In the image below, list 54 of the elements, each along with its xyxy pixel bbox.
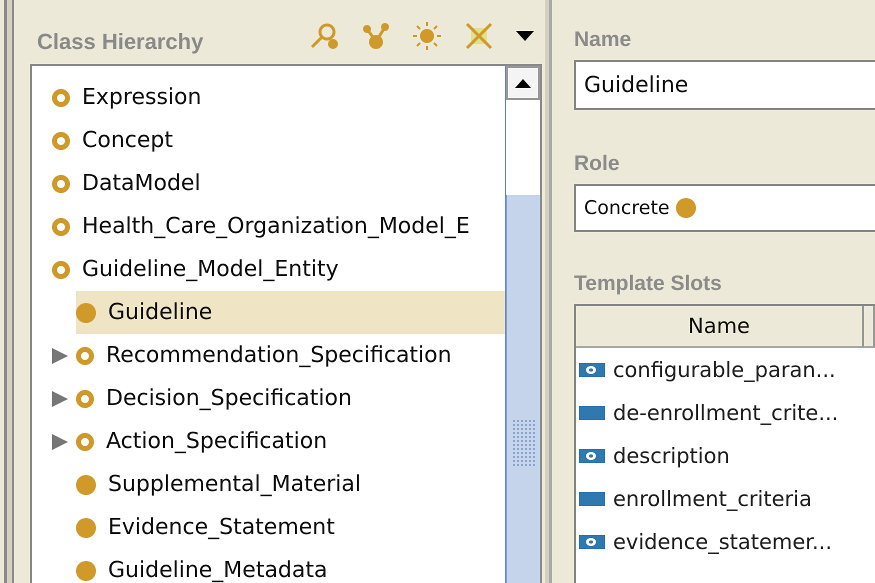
ring-icon bbox=[52, 174, 70, 192]
tree-item[interactable]: Expression bbox=[52, 76, 505, 119]
tree-item[interactable]: Health_Care_Organization_Model_E bbox=[52, 205, 505, 248]
tree-item[interactable]: Guideline_Metadata bbox=[76, 549, 505, 583]
ring-icon bbox=[52, 132, 70, 150]
tree-item[interactable]: Guideline_Model_Entity bbox=[52, 248, 505, 291]
dot-icon bbox=[76, 518, 96, 538]
field-label: Name bbox=[574, 28, 632, 53]
ring-icon bbox=[76, 432, 94, 450]
column-header[interactable]: Name bbox=[576, 306, 864, 348]
table-cell: evidence_statemer... bbox=[576, 530, 867, 554]
table-cell: description bbox=[576, 444, 867, 468]
slot-icon bbox=[579, 362, 605, 376]
table-cell: enrollment_criteria bbox=[576, 486, 867, 510]
ring-icon bbox=[76, 346, 94, 364]
tree-item[interactable]: Supplemental_Material bbox=[76, 463, 505, 506]
tree-item[interactable]: Guideline bbox=[76, 291, 505, 334]
branch-icon[interactable] bbox=[362, 22, 390, 50]
field-label: Role bbox=[574, 152, 621, 177]
expand-icon[interactable] bbox=[52, 348, 68, 364]
slot-icon bbox=[579, 406, 605, 420]
slot-icon bbox=[579, 534, 605, 548]
slot-icon bbox=[579, 448, 605, 462]
dot-icon bbox=[676, 198, 696, 218]
ring-icon bbox=[52, 260, 70, 278]
tree-item[interactable]: Decision_Specification bbox=[76, 377, 505, 420]
dot-icon bbox=[76, 302, 96, 322]
ring-icon bbox=[76, 390, 94, 408]
panel-title: Class Hierarchy bbox=[37, 29, 204, 55]
search-icon[interactable] bbox=[310, 22, 340, 50]
tree-item[interactable]: Evidence_Statement bbox=[76, 506, 505, 549]
tree-item[interactable]: Concept bbox=[52, 119, 505, 162]
tree-item[interactable]: Recommendation_Specification bbox=[76, 334, 505, 377]
expand-icon[interactable] bbox=[52, 390, 68, 406]
expand-icon[interactable] bbox=[52, 434, 68, 450]
slot-icon bbox=[579, 492, 605, 506]
name-field[interactable]: Guideline bbox=[574, 60, 875, 110]
dropdown-icon[interactable] bbox=[516, 31, 534, 41]
delete-icon[interactable] bbox=[464, 21, 494, 51]
sun-icon[interactable] bbox=[412, 21, 442, 51]
scroll-up-button[interactable] bbox=[506, 66, 540, 100]
table-cell: de-enrollment_crite... bbox=[576, 400, 867, 424]
section-title: Template Slots bbox=[574, 272, 723, 297]
table-cell: configurable_paran... bbox=[576, 358, 867, 382]
role-field[interactable]: Concrete bbox=[574, 184, 875, 232]
up-arrow-icon bbox=[515, 78, 531, 88]
tree-item[interactable]: DataModel bbox=[52, 162, 505, 205]
ring-icon bbox=[52, 88, 70, 106]
dot-icon bbox=[76, 474, 96, 494]
dot-icon bbox=[76, 560, 96, 580]
column-header[interactable] bbox=[864, 306, 875, 348]
ring-icon bbox=[52, 218, 70, 236]
scroll-thumb[interactable] bbox=[506, 195, 540, 583]
tree-item[interactable]: Action_Specification bbox=[76, 420, 505, 463]
